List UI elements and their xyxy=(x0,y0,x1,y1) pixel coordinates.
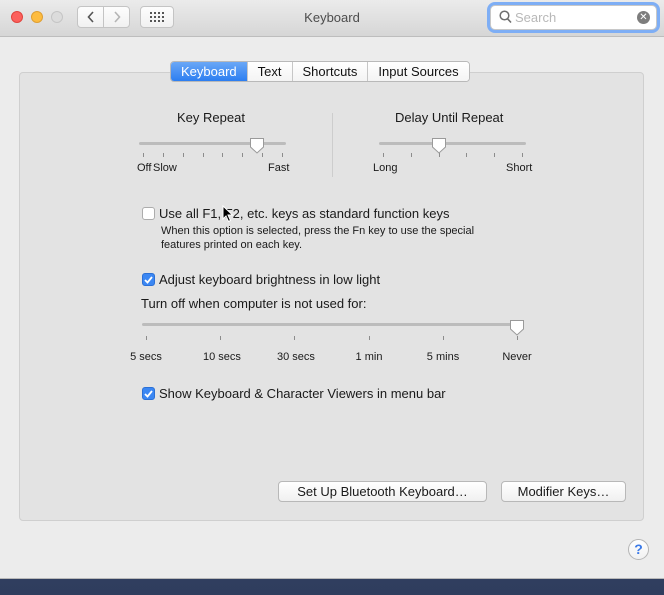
key-repeat-slow-label: Slow xyxy=(153,162,177,174)
slider-tick xyxy=(411,153,412,157)
slider-tick xyxy=(443,336,444,340)
show-viewers-checkbox[interactable] xyxy=(142,387,155,400)
key-repeat-fast-label: Fast xyxy=(268,162,290,174)
slider-tick xyxy=(146,336,147,340)
key-repeat-label: Key Repeat xyxy=(177,110,245,125)
search-field[interactable]: ✕ xyxy=(490,5,657,30)
show-viewers-label[interactable]: Show Keyboard & Character Viewers in men… xyxy=(159,386,446,401)
section-divider xyxy=(332,113,333,177)
turn-off-tick-label: Never xyxy=(502,351,532,363)
keyboard-brightness-label[interactable]: Adjust keyboard brightness in low light xyxy=(159,272,380,287)
keyboard-brightness-checkbox[interactable] xyxy=(142,273,155,286)
turn-off-tick-label: 1 min xyxy=(355,351,383,363)
mouse-pointer-icon xyxy=(222,205,234,223)
slider-tick xyxy=(222,153,223,157)
slider-tick xyxy=(517,336,518,340)
slider-tick xyxy=(203,153,204,157)
search-icon xyxy=(499,10,512,24)
turn-off-tick-label: 10 secs xyxy=(203,351,241,363)
tab-keyboard[interactable]: Keyboard xyxy=(171,62,247,81)
turn-off-track[interactable] xyxy=(142,323,521,326)
slider-tick xyxy=(522,153,523,157)
turn-off-tick-label: 30 secs xyxy=(277,351,315,363)
slider-tick xyxy=(242,153,243,157)
slider-tick xyxy=(183,153,184,157)
slider-tick xyxy=(220,336,221,340)
function-keys-label[interactable]: Use all F1, F2, etc. keys as standard fu… xyxy=(159,206,449,221)
clear-search-icon[interactable]: ✕ xyxy=(637,11,650,24)
checkmark-icon xyxy=(144,389,153,398)
delay-long-label: Long xyxy=(373,162,398,174)
delay-until-repeat-slider-thumb[interactable] xyxy=(431,137,447,154)
search-input[interactable] xyxy=(515,9,627,26)
slider-tick xyxy=(383,153,384,157)
key-repeat-slider-thumb[interactable] xyxy=(249,137,265,154)
turn-off-label: Turn off when computer is not used for: xyxy=(141,296,367,311)
delay-until-repeat-track[interactable] xyxy=(379,142,526,145)
title-bar: Keyboard ✕ xyxy=(0,0,664,37)
tab-text[interactable]: Text xyxy=(246,62,292,81)
key-repeat-off-label: Off xyxy=(137,162,152,174)
tab-input-sources[interactable]: Input Sources xyxy=(367,62,469,81)
tab-shortcuts[interactable]: Shortcuts xyxy=(291,62,368,81)
modifier-keys-button[interactable]: Modifier Keys… xyxy=(501,481,626,502)
preferences-window: Keyboard ✕ Keyboard Text Shortcuts Input… xyxy=(0,0,664,579)
delay-until-repeat-label: Delay Until Repeat xyxy=(395,110,504,125)
slider-tick xyxy=(466,153,467,157)
turn-off-tick-label: 5 mins xyxy=(426,351,460,363)
checkmark-icon xyxy=(144,275,153,284)
function-keys-checkbox[interactable] xyxy=(142,207,155,220)
slider-tick xyxy=(294,336,295,340)
slider-tick xyxy=(494,153,495,157)
function-keys-description-line-1: When this option is selected, press the … xyxy=(161,225,475,237)
slider-tick xyxy=(143,153,144,157)
slider-tick xyxy=(163,153,164,157)
slider-tick xyxy=(282,153,283,157)
setup-bluetooth-keyboard-button[interactable]: Set Up Bluetooth Keyboard… xyxy=(278,481,487,502)
function-keys-description-line-2: features printed on each key. xyxy=(161,239,303,251)
turn-off-tick-label: 5 secs xyxy=(130,351,162,363)
delay-short-label: Short xyxy=(506,162,533,174)
tab-bar: Keyboard Text Shortcuts Input Sources xyxy=(170,61,470,82)
slider-tick xyxy=(369,336,370,340)
turn-off-slider-thumb[interactable] xyxy=(509,319,525,336)
help-button[interactable]: ? xyxy=(628,539,649,560)
